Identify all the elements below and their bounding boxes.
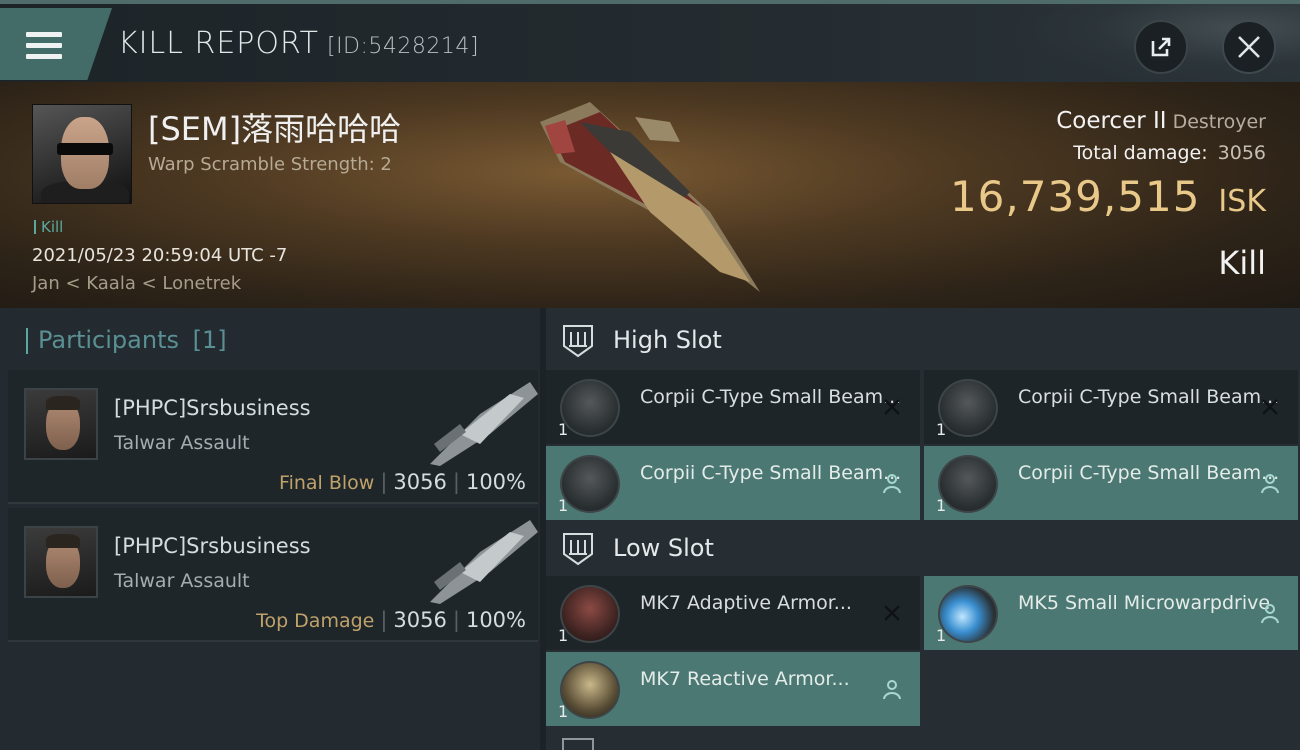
destroyed-x-icon <box>884 605 900 621</box>
high-slot-icon <box>563 325 593 358</box>
total-damage: Total damage: 3056 <box>1073 142 1266 164</box>
beam-laser-icon <box>560 379 620 437</box>
beam-laser-icon <box>938 455 998 513</box>
victim-portrait[interactable] <box>32 104 132 204</box>
armor-hardener-icon <box>560 661 620 719</box>
attacker-stats: Final Blow | 3056 | 100% <box>279 470 526 494</box>
module-name: Corpii C-Type Small Beam... <box>640 386 902 408</box>
module-qty: 1 <box>558 496 569 515</box>
close-icon[interactable] <box>1236 34 1262 60</box>
module-item[interactable]: 1 Corpii C-Type Small Beam... <box>546 370 920 444</box>
report-id: [ID:5428214] <box>326 34 479 59</box>
module-item[interactable]: 1 Corpii C-Type Small Beam... <box>924 370 1298 444</box>
attacker-row[interactable]: [PHPC]Srsbusiness Talwar Assault Top Dam… <box>8 508 538 642</box>
low-slot-header: Low Slot <box>546 516 1300 580</box>
victim-ship-type: Coercer II Destroyer <box>1056 108 1266 134</box>
microwarpdrive-icon <box>938 585 998 643</box>
module-qty: 1 <box>936 496 947 515</box>
participants-count: [1] <box>192 326 227 354</box>
victim-ship-name[interactable]: Coercer II <box>1056 108 1166 134</box>
attacker-label-final-blow: Final Blow <box>279 472 375 494</box>
attacker-label-top-damage: Top Damage <box>256 610 375 632</box>
menu-button[interactable] <box>0 8 112 80</box>
page-title: KILL REPORT [ID:5428214] <box>118 26 479 61</box>
kill-tag: Kill <box>34 218 63 236</box>
attacker-percent: 100% <box>465 470 526 494</box>
kill-location[interactable]: Jan < Kaala < Lonetrek <box>32 273 241 294</box>
armor-hardener-icon <box>560 585 620 643</box>
external-link-icon[interactable] <box>1147 33 1175 61</box>
low-slot-title: Low Slot <box>613 534 714 562</box>
share-button[interactable] <box>1134 20 1188 74</box>
attacker-ship-image[interactable] <box>420 512 540 608</box>
total-damage-label: Total damage: <box>1073 142 1208 164</box>
attacker-portrait[interactable] <box>24 388 98 460</box>
isk-value: 16,739,515 ISK <box>950 172 1266 221</box>
dropped-person-icon <box>883 474 901 494</box>
dropped-person-icon <box>883 680 901 700</box>
attacker-row[interactable]: [PHPC]Srsbusiness Talwar Assault Final B… <box>8 370 538 504</box>
module-qty: 1 <box>936 420 947 439</box>
module-name: Corpii C-Type Small Beam... <box>1018 462 1280 484</box>
attacker-ship: Talwar Assault <box>114 432 250 454</box>
dropped-person-icon <box>1261 474 1279 494</box>
module-item[interactable]: 1 MK7 Reactive Armor... <box>546 652 920 726</box>
victim-ship-class: Destroyer <box>1172 111 1266 133</box>
high-slot-header: High Slot <box>546 308 1300 372</box>
isk-amount: 16,739,515 <box>949 172 1201 221</box>
victim-warp-scramble: Warp Scramble Strength: 2 <box>148 154 392 175</box>
kill-datetime: 2021/05/23 20:59:04 UTC -7 <box>32 245 288 266</box>
beam-laser-icon <box>938 379 998 437</box>
module-name: MK7 Adaptive Armor... <box>640 592 852 614</box>
hamburger-menu-icon[interactable] <box>26 32 62 60</box>
low-slot-icon <box>563 533 593 566</box>
victim-banner: [SEM]落雨哈哈哈 Warp Scramble Strength: 2 Kil… <box>0 82 1300 308</box>
module-qty: 1 <box>558 702 569 721</box>
attacker-name[interactable]: [PHPC]Srsbusiness <box>114 396 311 420</box>
attacker-percent: 100% <box>465 608 526 632</box>
attacker-name[interactable]: [PHPC]Srsbusiness <box>114 534 311 558</box>
isk-unit: ISK <box>1218 184 1266 219</box>
attacker-ship: Talwar Assault <box>114 570 250 592</box>
dropped-person-icon <box>1261 604 1279 624</box>
victim-ship-image[interactable] <box>520 92 780 302</box>
module-name: Corpii C-Type Small Beam... <box>1018 386 1280 408</box>
beam-laser-icon <box>560 455 620 513</box>
attacker-portrait[interactable] <box>24 526 98 598</box>
page-title-text: KILL REPORT <box>118 26 319 61</box>
attacker-stats: Top Damage | 3056 | 100% <box>256 608 526 632</box>
module-item[interactable]: 1 MK7 Adaptive Armor... <box>546 576 920 650</box>
destroyed-x-icon <box>884 399 900 415</box>
high-slot-title: High Slot <box>613 326 722 354</box>
module-qty: 1 <box>558 420 569 439</box>
participants-panel: Participants [1] [PHPC]Srsbusiness Talwa… <box>0 308 540 750</box>
attacker-damage: 3056 <box>393 470 447 494</box>
total-damage-value: 3056 <box>1217 142 1266 164</box>
kill-report-header: KILL REPORT [ID:5428214] <box>0 0 1300 86</box>
module-item[interactable]: 1 Corpii C-Type Small Beam... <box>546 446 920 520</box>
attacker-damage: 3056 <box>393 608 447 632</box>
next-slot-icon <box>562 738 594 750</box>
module-item[interactable]: 1 Corpii C-Type Small Beam... <box>924 446 1298 520</box>
close-button[interactable] <box>1222 20 1276 74</box>
module-qty: 1 <box>558 626 569 645</box>
participants-title: Participants [1] <box>26 326 227 354</box>
destroyed-x-icon <box>1262 399 1278 415</box>
kill-result: Kill <box>1218 244 1266 282</box>
module-name: MK5 Small Microwarpdrive <box>1018 592 1271 614</box>
victim-name[interactable]: [SEM]落雨哈哈哈 <box>148 104 401 150</box>
module-qty: 1 <box>936 626 947 645</box>
attacker-ship-image[interactable] <box>420 374 540 470</box>
module-name: MK7 Reactive Armor... <box>640 668 850 690</box>
module-name: Corpii C-Type Small Beam... <box>640 462 902 484</box>
module-item[interactable]: 1 MK5 Small Microwarpdrive <box>924 576 1298 650</box>
fitting-panel: High Slot 1 Corpii C-Type Small Beam... … <box>546 308 1300 750</box>
participants-title-text: Participants <box>38 326 179 354</box>
